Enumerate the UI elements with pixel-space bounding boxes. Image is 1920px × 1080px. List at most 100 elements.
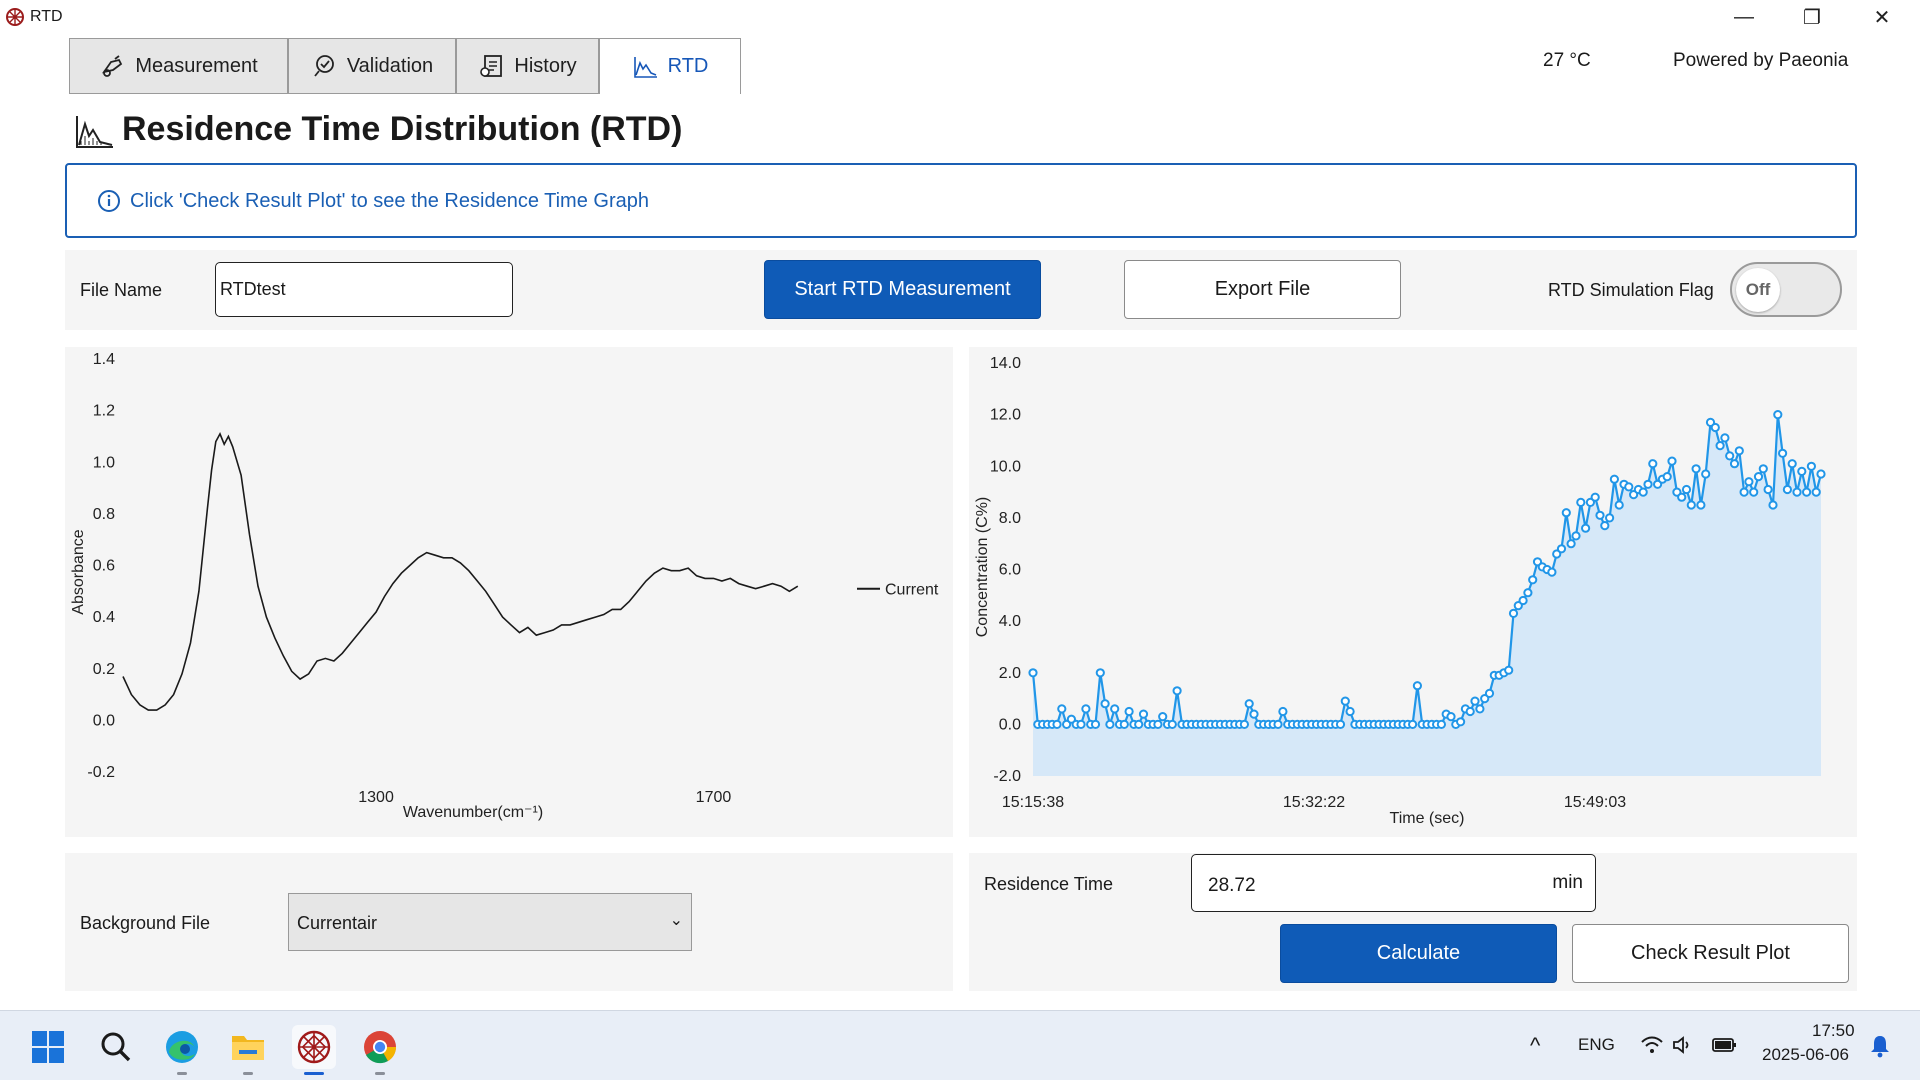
data-point [1648, 459, 1658, 469]
check-result-plot-button[interactable]: Check Result Plot [1572, 924, 1849, 983]
data-point [1643, 479, 1653, 489]
data-point [1749, 487, 1759, 497]
data-point [1278, 706, 1288, 717]
data-point [1408, 719, 1418, 729]
absorbance-chart: 1.4 1.2 1.0 0.8 0.6 0.4 0.2 0.0 -0.2 1300 1700 Wave… [70, 351, 939, 821]
residence-time-unit: min [1552, 872, 1583, 893]
toggle-knob: Off [1736, 268, 1780, 312]
data-point [1797, 466, 1807, 477]
info-icon [98, 190, 120, 212]
clock-date[interactable]: 2025-06-06 [1762, 1045, 1849, 1065]
data-point [1105, 719, 1115, 729]
data-point [1782, 484, 1793, 495]
data-point [1518, 595, 1528, 606]
data-point [1249, 709, 1259, 719]
start-rtd-measurement-button[interactable]: Start RTD Measurement [764, 260, 1041, 319]
tab-rtd[interactable]: RTD [599, 38, 741, 94]
y-tick-label: -2.0 [993, 768, 1021, 785]
concentration-chart-panel: 14.0 12.0 10.0 8.0 6.0 4.0 2.0 0.0 -2.0 15:15:38 1… [969, 347, 1857, 837]
tab-measurement[interactable]: Measurement [69, 38, 288, 94]
battery-icon[interactable] [1711, 1033, 1739, 1057]
data-point [1773, 410, 1783, 420]
taskbar-chrome-button[interactable] [358, 1025, 402, 1075]
data-point [1167, 719, 1177, 729]
close-button[interactable]: ✕ [1854, 0, 1910, 34]
data-point [1744, 477, 1754, 487]
x-tick-label: 1700 [696, 789, 732, 806]
language-indicator[interactable]: ENG [1578, 1035, 1615, 1055]
background-file-select[interactable]: Currentair ⌄ [288, 893, 692, 951]
export-file-button[interactable]: Export File [1124, 260, 1401, 319]
simulation-flag-toggle[interactable]: Off [1730, 262, 1842, 317]
background-file-label: Background File [80, 913, 211, 933]
data-point [1504, 665, 1514, 675]
residence-time-field[interactable]: 28.72 min [1191, 854, 1596, 912]
concentration-chart: 14.0 12.0 10.0 8.0 6.0 4.0 2.0 0.0 -2.0 15:15:38 1… [974, 355, 1826, 827]
taskbar-explorer-button[interactable] [226, 1025, 270, 1075]
data-point [1590, 492, 1600, 502]
app-logo-icon [6, 8, 24, 26]
y-tick-label: 0.0 [999, 716, 1021, 733]
notification-bell-icon[interactable] [1868, 1033, 1892, 1059]
legend-label: Current [885, 582, 939, 599]
data-point [1436, 719, 1446, 729]
tab-label: History [514, 54, 577, 77]
wifi-icon[interactable] [1640, 1033, 1664, 1057]
y-tick-label: 10.0 [990, 458, 1021, 475]
data-point [1340, 696, 1350, 706]
data-point [1725, 451, 1735, 461]
taskbar-rtd-app-button[interactable] [292, 1025, 336, 1075]
tab-validation[interactable]: Validation [288, 38, 456, 94]
data-point [1763, 484, 1773, 495]
y-tick-label: 0.0 [93, 712, 115, 729]
taskbar-edge-button[interactable] [160, 1025, 204, 1075]
measurement-icon [102, 55, 123, 77]
y-tick-label: 2.0 [999, 665, 1021, 682]
volume-icon[interactable] [1671, 1033, 1695, 1057]
running-indicator [375, 1072, 385, 1075]
data-point [1028, 668, 1038, 678]
rtd-chart-icon [633, 56, 657, 78]
chrome-icon [364, 1031, 397, 1064]
windows-start-button[interactable] [26, 1025, 70, 1069]
data-point [1710, 422, 1720, 433]
file-name-input[interactable]: RTDtest [215, 262, 513, 317]
data-point [1600, 521, 1610, 531]
data-point [1806, 461, 1817, 471]
data-point [1335, 719, 1346, 729]
data-point [1124, 706, 1134, 717]
y-tick-label: 1.2 [93, 403, 115, 420]
file-name-label: File Name [80, 280, 163, 300]
rtd-app-icon [297, 1030, 331, 1064]
data-point [1581, 523, 1591, 533]
x-tick-label: 15:32:22 [1283, 794, 1345, 811]
data-point [1110, 704, 1120, 714]
residence-time-value: 28.72 [1208, 875, 1256, 896]
calculate-button[interactable]: Calculate [1280, 924, 1557, 983]
data-point [1595, 510, 1605, 520]
data-point [1720, 433, 1730, 443]
minimize-button[interactable]: — [1716, 0, 1772, 34]
data-point [1119, 719, 1129, 729]
data-point [1609, 474, 1620, 484]
data-point [1470, 696, 1480, 706]
y-tick-label: 14.0 [990, 355, 1021, 372]
restore-button[interactable]: ❐ [1784, 0, 1840, 34]
taskbar: ^ ENG 17:50 2025-06-06 [0, 1010, 1920, 1080]
clock-time[interactable]: 17:50 [1812, 1021, 1855, 1041]
rtd-chart-icon [76, 116, 113, 148]
data-point [1138, 709, 1149, 719]
data-point [1768, 500, 1778, 510]
data-point [1691, 464, 1701, 474]
data-point [1802, 487, 1812, 497]
tab-history[interactable]: History [456, 38, 599, 94]
data-point [1446, 712, 1456, 722]
file-explorer-icon [232, 1036, 264, 1060]
data-point [1696, 500, 1706, 510]
taskbar-search-button[interactable] [94, 1025, 138, 1069]
data-point [1753, 472, 1764, 482]
data-point [1076, 719, 1086, 729]
data-point [1134, 719, 1144, 729]
data-point [1778, 448, 1788, 458]
tray-chevron-icon[interactable]: ^ [1530, 1033, 1540, 1059]
